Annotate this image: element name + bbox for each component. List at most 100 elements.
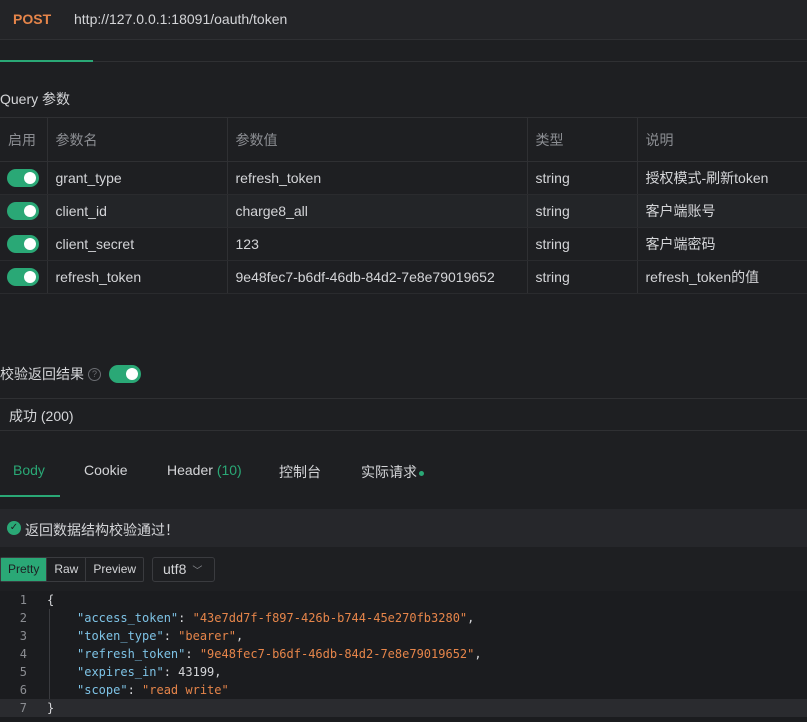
param-value[interactable]: charge8_all (227, 194, 528, 228)
line-number: 6 (19, 683, 27, 697)
code-line: 2 "access_token": "43e7dd7f-f897-426b-b7… (0, 609, 807, 627)
param-type[interactable]: string (527, 194, 638, 228)
table-row: client_secret 123 string 客户端密码 (0, 227, 807, 261)
encoding-select[interactable]: utf8 ﹀ (152, 557, 215, 582)
line-number: 5 (19, 665, 27, 679)
tab-console[interactable]: 控制台 (279, 462, 321, 482)
col-header-name: 参数名 (47, 117, 228, 162)
tab-header-count: (10) (216, 462, 242, 478)
tab-header[interactable]: Header (10) (167, 462, 242, 478)
table-row: refresh_token 9e48fec7-b6df-46db-84d2-7e… (0, 260, 807, 294)
tab-body[interactable]: Body (13, 462, 45, 478)
params-header-row: 启用 参数名 参数值 类型 说明 (0, 117, 807, 162)
code-line: 6 "scope": "read write" (0, 681, 807, 699)
request-tab-active-indicator (0, 60, 93, 62)
tab-actual-request-label: 实际请求 (361, 464, 417, 480)
enabled-cell (0, 194, 48, 228)
param-value[interactable]: 123 (227, 227, 528, 261)
format-preview-button[interactable]: Preview (86, 558, 143, 581)
json-value: "9e48fec7-b6df-46db-84d2-7e8e79019652" (199, 647, 475, 661)
enabled-cell (0, 161, 48, 195)
param-name[interactable]: client_secret (47, 227, 228, 261)
enabled-cell (0, 227, 48, 261)
param-type[interactable]: string (527, 227, 638, 261)
col-header-enabled: 启用 (0, 117, 48, 162)
table-row: client_id charge8_all string 客户端账号 (0, 194, 807, 228)
format-pretty-button[interactable]: Pretty (1, 558, 48, 581)
json-punct: , (235, 629, 244, 643)
param-value[interactable]: 9e48fec7-b6df-46db-84d2-7e8e79019652 (227, 260, 528, 294)
validation-message: 返回数据结构校验通过！ (25, 522, 179, 538)
code-text: } (47, 701, 55, 715)
json-punct: , (214, 665, 222, 679)
http-method-select[interactable]: POST (13, 11, 51, 27)
validate-response-row: 校验返回结果 ? (0, 365, 141, 383)
response-body-viewer[interactable]: 1 { 2 "access_token": "43e7dd7f-f897-426… (0, 591, 807, 722)
code-line: 1 { (0, 591, 807, 609)
encoding-value: utf8 (163, 561, 187, 577)
url-input[interactable]: http://127.0.0.1:18091/oauth/token (74, 11, 287, 27)
tab-actual-request[interactable]: 实际请求 (361, 462, 424, 482)
param-enabled-toggle[interactable] (7, 268, 39, 287)
response-status: 成功 (200) (9, 408, 74, 424)
param-value[interactable]: refresh_token (227, 161, 528, 195)
validation-result-bar: ✓ 返回数据结构校验通过！ (0, 509, 807, 547)
line-number: 1 (19, 593, 27, 607)
query-params-title: Query 参数 (0, 91, 71, 107)
col-header-desc: 说明 (637, 117, 807, 162)
param-enabled-toggle[interactable] (7, 202, 39, 221)
line-number: 7 (19, 701, 27, 715)
json-key: "refresh_token" (77, 647, 186, 661)
code-line: 3 "token_type": "bearer", (0, 627, 807, 645)
code-line: 5 "expires_in": 43199, (0, 663, 807, 681)
json-value: 43199 (178, 665, 215, 679)
question-circle-icon[interactable]: ? (88, 367, 101, 381)
validate-response-toggle[interactable] (109, 365, 141, 383)
tab-header-label: Header (167, 462, 217, 478)
param-desc[interactable]: 客户端密码 (637, 227, 807, 261)
chevron-down-icon: ﹀ (192, 566, 203, 577)
code-text: "access_token": "43e7dd7f-f897-426b-b744… (77, 611, 475, 625)
tab-cookie[interactable]: Cookie (84, 462, 128, 478)
line-number: 2 (19, 611, 27, 625)
code-text: { (47, 593, 55, 607)
url-bar: POST http://127.0.0.1:18091/oauth/token (0, 0, 807, 40)
param-type[interactable]: string (527, 260, 638, 294)
code-line: 4 "refresh_token": "9e48fec7-b6df-46db-8… (0, 645, 807, 663)
param-name[interactable]: grant_type (47, 161, 228, 195)
check-circle-icon: ✓ (7, 521, 21, 535)
param-desc[interactable]: 客户端账号 (637, 194, 807, 228)
format-raw-button[interactable]: Raw (47, 558, 87, 581)
enabled-cell (0, 260, 48, 294)
json-punct: , (474, 647, 482, 661)
request-tab-divider (0, 61, 807, 62)
param-name[interactable]: refresh_token (47, 260, 228, 294)
validate-response-label: 校验返回结果 (0, 366, 84, 382)
response-tab-active-indicator (0, 495, 60, 497)
response-tabs: Body Cookie Header (10) 控制台 实际请求 (0, 462, 807, 496)
param-type[interactable]: string (527, 161, 638, 195)
json-value: "bearer" (178, 629, 236, 643)
param-enabled-toggle[interactable] (7, 235, 39, 254)
json-value: "43e7dd7f-f897-426b-b744-45e270fb3280" (192, 611, 468, 625)
param-enabled-toggle[interactable] (7, 169, 39, 188)
json-value: "read write" (142, 683, 229, 697)
json-key: "access_token" (77, 611, 179, 625)
line-number: 3 (19, 629, 27, 643)
param-name[interactable]: client_id (47, 194, 228, 228)
divider (0, 398, 807, 399)
divider (0, 430, 807, 431)
col-header-type: 类型 (527, 117, 638, 162)
code-text: "refresh_token": "9e48fec7-b6df-46db-84d… (77, 647, 482, 661)
col-header-value: 参数值 (227, 117, 528, 162)
format-switcher: Pretty Raw Preview (0, 557, 145, 582)
param-desc[interactable]: refresh_token的值 (637, 260, 807, 294)
table-row: grant_type refresh_token string 授权模式-刷新t… (0, 161, 807, 195)
param-desc[interactable]: 授权模式-刷新token (637, 161, 807, 195)
code-text: "scope": "read write" (77, 683, 229, 697)
query-params-table: 启用 参数名 参数值 类型 说明 grant_type refresh_toke… (0, 117, 807, 294)
json-punct: , (467, 611, 475, 625)
code-text: "token_type": "bearer", (77, 629, 244, 643)
indicator-dot-icon (419, 470, 424, 476)
json-key: "scope" (77, 683, 128, 697)
